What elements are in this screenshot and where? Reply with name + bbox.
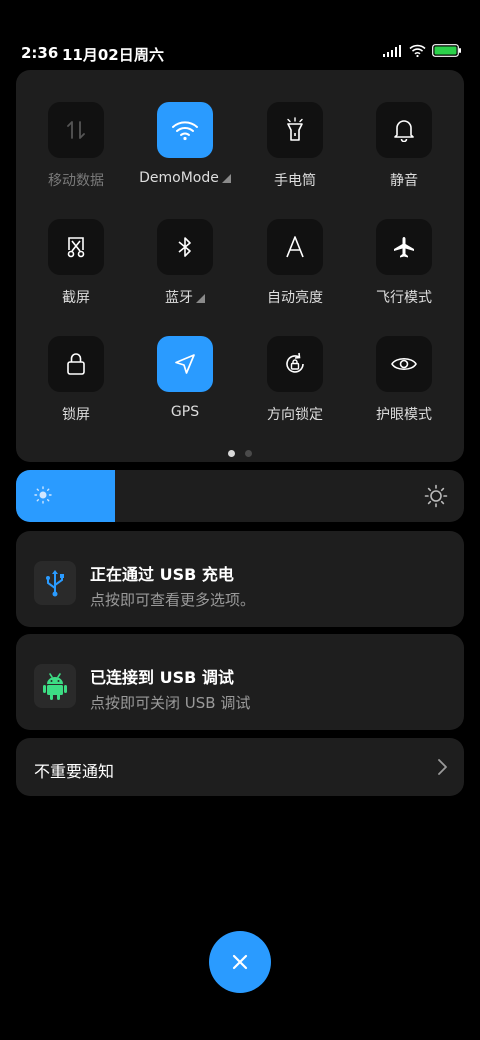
tile-bluetooth[interactable]: 蓝牙: [135, 219, 235, 319]
close-icon: [232, 954, 248, 970]
page-indicator: [228, 450, 252, 457]
tile-silent-button[interactable]: [376, 102, 432, 158]
tile-silent[interactable]: 静音: [354, 102, 454, 202]
notification-subtitle: 点按即可查看更多选项。: [90, 591, 256, 609]
airplane-icon: [394, 237, 414, 258]
tile-auto-brightness[interactable]: 自动亮度: [245, 219, 345, 319]
notification-title: 正在通过 USB 充电: [90, 565, 234, 584]
tile-flashlight-button[interactable]: [267, 102, 323, 158]
lock-icon: [67, 353, 85, 375]
location-arrow-icon: [175, 354, 195, 374]
signal-icon: [383, 44, 401, 57]
bell-icon: [394, 120, 414, 142]
tile-screenshot-label: 截屏: [62, 290, 90, 306]
notification-title: 已连接到 USB 调试: [90, 668, 234, 687]
mobile-data-icon: [67, 121, 85, 139]
tile-mobile-data-button[interactable]: [48, 102, 104, 158]
minor-notifications-label: 不重要通知: [34, 762, 115, 781]
status-bar: 2:36 11月02日 周六: [0, 0, 480, 64]
brightness-fill: [16, 470, 115, 522]
screenshot-scissors-icon: [67, 237, 85, 258]
eye-icon: [391, 357, 417, 371]
status-time: 2:36: [21, 44, 59, 62]
notification-usb-debugging[interactable]: 已连接到 USB 调试 点按即可关闭 USB 调试: [16, 634, 464, 730]
tile-lock-screen-button[interactable]: [48, 336, 104, 392]
tile-airplane-label: 飞行模式: [376, 290, 432, 306]
tile-screenshot-button[interactable]: [48, 219, 104, 275]
more-options-indicator: [221, 174, 231, 183]
usb-icon: [46, 570, 64, 597]
tile-rotation-lock[interactable]: 方向锁定: [245, 336, 345, 436]
tile-demomode-label-wrap: DemoMode: [125, 170, 245, 186]
android-icon: [43, 673, 67, 700]
tile-rotation-lock-label: 方向锁定: [267, 407, 323, 423]
tile-auto-brightness-button[interactable]: [267, 219, 323, 275]
tile-eye-care-label: 护眼模式: [376, 407, 432, 423]
tile-lock-screen-label: 锁屏: [62, 407, 90, 423]
wifi-icon: [409, 44, 426, 57]
tile-flashlight-label: 手电筒: [274, 173, 316, 189]
sun-large-icon: [424, 484, 448, 508]
tile-mobile-data-label: 移动数据: [48, 173, 104, 189]
tile-rotation-lock-button[interactable]: [267, 336, 323, 392]
page-dot-1[interactable]: [228, 450, 235, 457]
wifi-icon: [172, 121, 198, 141]
page-dot-2[interactable]: [245, 450, 252, 457]
status-weekday: 周六: [134, 46, 165, 64]
tile-bluetooth-button[interactable]: [157, 219, 213, 275]
tile-eye-care[interactable]: 护眼模式: [354, 336, 454, 436]
tile-bluetooth-label: 蓝牙: [165, 290, 193, 306]
tile-demomode[interactable]: DemoMode: [135, 102, 235, 202]
sun-small-icon: [34, 486, 52, 504]
flashlight-icon: [287, 117, 303, 141]
notification-icon-box: [34, 561, 76, 605]
tile-flashlight[interactable]: 手电筒: [245, 102, 345, 202]
tile-mobile-data[interactable]: 移动数据: [26, 102, 126, 202]
bluetooth-icon: [178, 237, 191, 257]
brightness-slider[interactable]: [16, 470, 464, 522]
quick-settings-panel: 移动数据 DemoMode 手电筒 静音 截屏 蓝牙 自动亮度 飞行模式 锁屏 …: [16, 70, 464, 462]
minor-notifications-row[interactable]: 不重要通知: [16, 738, 464, 796]
tile-demomode-label: DemoMode: [139, 170, 219, 186]
notification-subtitle: 点按即可关闭 USB 调试: [90, 694, 251, 712]
rotation-lock-icon: [286, 352, 304, 373]
tile-auto-brightness-label: 自动亮度: [267, 290, 323, 306]
notification-usb-charging[interactable]: 正在通过 USB 充电 点按即可查看更多选项。: [16, 531, 464, 627]
auto-brightness-icon: [286, 236, 304, 258]
more-options-indicator: [196, 294, 205, 303]
tile-lock-screen[interactable]: 锁屏: [26, 336, 126, 436]
tile-gps-label: GPS: [170, 404, 200, 420]
tile-eye-care-button[interactable]: [376, 336, 432, 392]
battery-icon: [432, 44, 461, 57]
chevron-right-icon: [438, 759, 447, 775]
tile-silent-label: 静音: [390, 173, 418, 189]
tile-gps[interactable]: GPS: [135, 336, 235, 436]
tile-airplane-button[interactable]: [376, 219, 432, 275]
tile-demomode-button[interactable]: [157, 102, 213, 158]
status-icons: [383, 44, 462, 57]
clear-all-button[interactable]: [209, 931, 271, 993]
tile-airplane[interactable]: 飞行模式: [354, 219, 454, 319]
notification-icon-box: [34, 664, 76, 708]
status-date: 11月02日: [62, 46, 134, 64]
tile-screenshot[interactable]: 截屏: [26, 219, 126, 319]
tile-gps-button[interactable]: [157, 336, 213, 392]
tile-bluetooth-label-wrap: 蓝牙: [125, 287, 245, 307]
